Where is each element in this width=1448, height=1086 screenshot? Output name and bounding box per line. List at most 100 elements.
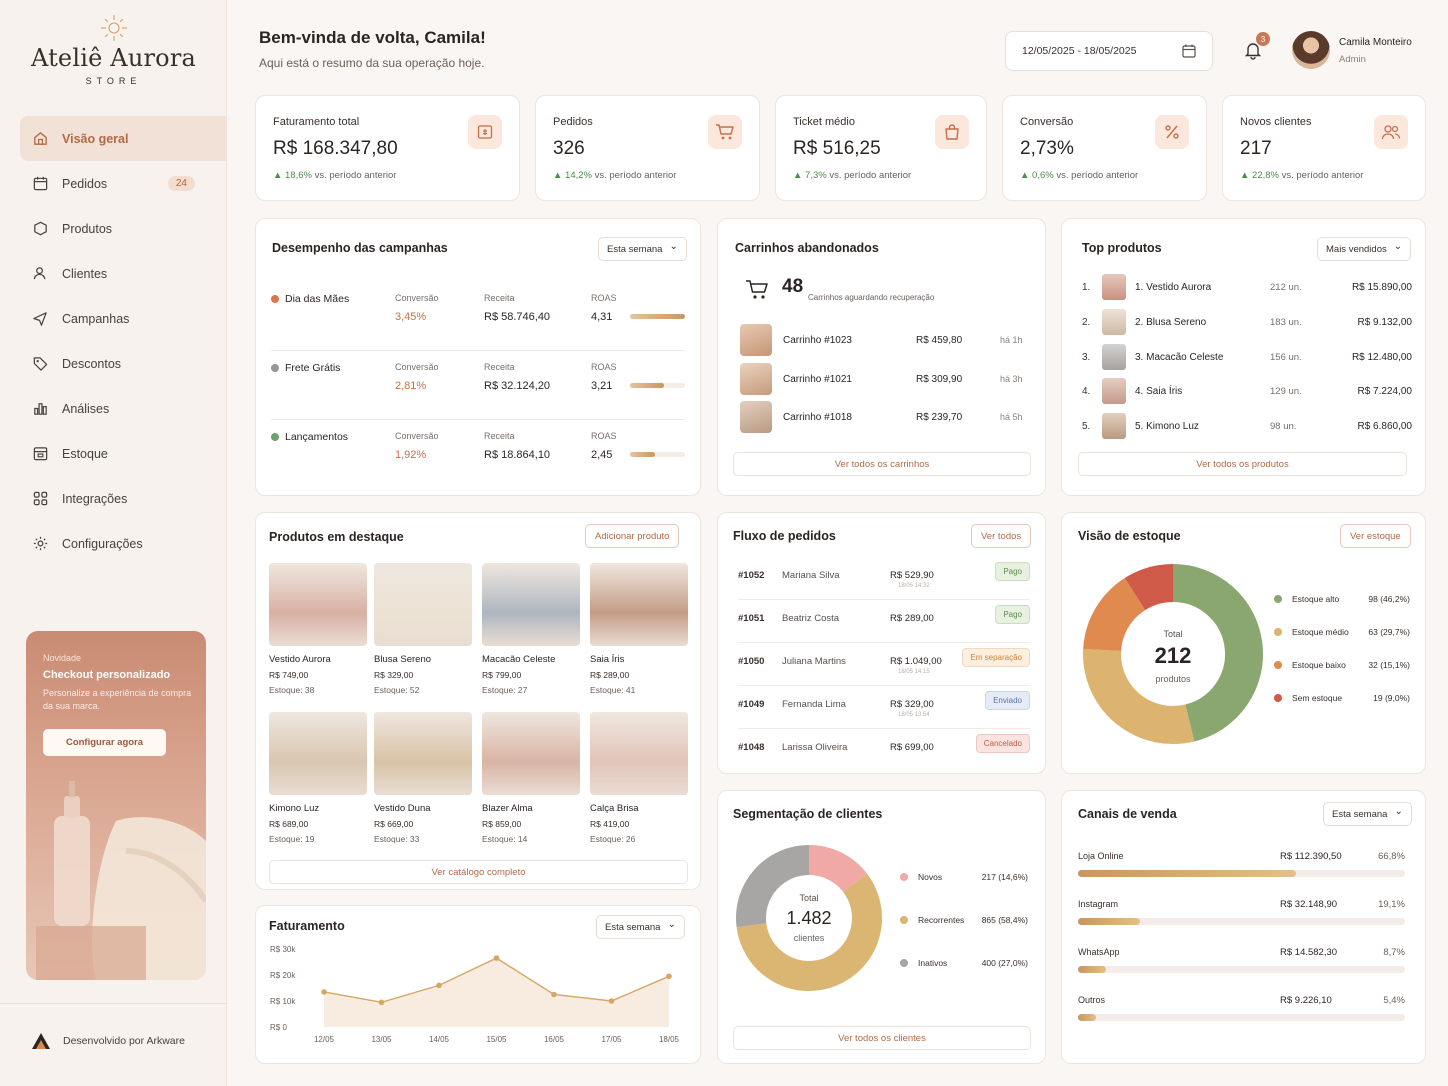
sidebar-item-analises[interactable]: Análises [20,386,227,431]
product-card[interactable]: Vestido Aurora R$ 749,00 Estoque: 38 [269,563,367,695]
kpi-card-conversion[interactable]: Conversão 2,73% ▲ 0,6% vs. período anter… [1002,95,1207,201]
legend-label: Inativos [918,958,948,968]
user-menu[interactable]: Camila Monteiro Admin [1339,37,1412,65]
channel-row[interactable]: WhatsApp R$ 14.582,30 8,7% [1078,947,1405,987]
sidebar-item-estoque[interactable]: Estoque [20,431,227,476]
campaign-row[interactable]: Frete Grátis Conversão 2,81% Receita R$ … [271,352,685,420]
kpi-card-new-clients[interactable]: Novos clientes 217 ▲ 22,8% vs. período a… [1222,95,1426,201]
cart-row[interactable]: Carrinho #1021 R$ 309,90 há 3h [740,362,1030,396]
campaign-name: Frete Grátis [271,362,340,374]
revenue-value: R$ 32.124,20 [484,380,551,392]
revenue-label: Receita [484,293,515,303]
calendar-icon [33,176,48,191]
revenue-line-chart: R$ 30k R$ 20k R$ 10k R$ 0 12/05 13/05 14/05 15/… [270,945,680,1044]
order-row[interactable]: #1049 Fernanda Lima R$ 329,00 18/05 13:54 En… [738,686,1030,729]
channel-row[interactable]: Outros R$ 9.226,10 5,4% [1078,995,1405,1035]
cart-icon [746,280,768,299]
legend-item: Estoque médio 63 (29,7%) [1274,627,1410,637]
order-row[interactable]: #1050 Juliana Martins R$ 1.049,00 18/05 14:… [738,643,1030,686]
channel-bar [1078,918,1405,925]
top-product-row[interactable]: 4. 4. Saia Íris 129 un. R$ 7.224,00 [1082,377,1412,405]
cart-row[interactable]: Carrinho #1023 R$ 459,80 há 1h [740,323,1030,357]
avatar[interactable] [1292,31,1330,69]
view-all-clients-button[interactable]: Ver todos os clientes [733,1026,1031,1050]
view-full-catalog-button[interactable]: Ver catálogo completo [269,860,688,884]
add-product-button[interactable]: Adicionar produto [585,524,680,548]
order-id: #1049 [738,699,765,710]
notifications-button[interactable]: 3 [1243,32,1270,63]
view-all-carts-button[interactable]: Ver todos os carrinhos [733,452,1031,476]
sidebar-item-campanhas[interactable]: Campanhas [20,296,227,341]
home-icon [34,131,47,145]
top-product-row[interactable]: 2. 2. Blusa Sereno 183 un. R$ 9.132,00 [1082,308,1412,336]
sidebar-item-visao-geral[interactable]: Visão geral [20,116,227,161]
sidebar-item-pedidos[interactable]: Pedidos 24 [20,161,227,206]
sidebar-item-integracoes[interactable]: Integrações [20,476,227,521]
order-row[interactable]: #1051 Beatriz Costa R$ 289,00 Pago [738,600,1030,643]
campaigns-card: Desempenho das campanhas Esta semana Dia… [255,218,701,496]
kpi-card-revenue[interactable]: Faturamento total R$ 168.347,80 ▲ 18,6% … [255,95,520,201]
segmentation-title: Segmentação de clientes [733,807,883,821]
campaign-dot [271,295,279,303]
order-id: #1048 [738,742,765,753]
top-products-filter-select[interactable]: Mais vendidos [1317,237,1412,261]
campaign-row[interactable]: Lançamentos Conversão 1,92% Receita R$ 1… [271,421,685,489]
top-product-row[interactable]: 5. 5. Kimono Luz 98 un. R$ 6.860,00 [1082,412,1412,440]
developer-credit[interactable]: Desenvolvido por Arkware [31,1032,185,1050]
brand-logo[interactable]: Ateliê Aurora STORE [0,14,227,86]
product-card[interactable]: Kimono Luz R$ 689,00 Estoque: 19 [269,712,367,844]
kpi-card-ticket[interactable]: Ticket médio R$ 516,25 ▲ 7,3% vs. períod… [775,95,987,201]
kpi-delta-value: ▲ 0,6% [1020,170,1054,181]
product-card[interactable]: Calça Brisa R$ 419,00 Estoque: 26 [590,712,688,844]
channel-share: 66,8% [1378,851,1405,862]
product-card[interactable]: Blusa Sereno R$ 329,00 Estoque: 52 [374,563,472,695]
roas-bar-fill [630,383,665,388]
view-stock-button[interactable]: Ver estoque [1340,524,1411,548]
campaign-row[interactable]: Dia das Mães Conversão 3,45% Receita R$ … [271,283,685,351]
channels-period-select[interactable]: Esta semana [1323,802,1412,826]
donut-slice [1083,578,1146,652]
segmentation-total-unit: clientes [793,933,825,943]
sidebar-item-produtos[interactable]: Produtos [20,206,227,251]
featured-title: Produtos em destaque [269,530,404,544]
product-stock: Estoque: 38 [269,685,315,695]
product-card[interactable]: Macacão Celeste R$ 799,00 Estoque: 27 [482,563,580,695]
legend-value: 19 (9,0%) [1373,693,1410,703]
carts-count: 48 [782,276,804,297]
legend-item: Estoque baixo 32 (15,1%) [1274,660,1410,670]
order-row[interactable]: #1052 Mariana Silva R$ 529,90 18/05 14:32 Pa… [738,557,1030,600]
roas-bar-fill [630,452,655,457]
product-image [374,712,472,795]
product-card[interactable]: Vestido Duna R$ 669,00 Estoque: 33 [374,712,472,844]
view-all-orders-button[interactable]: Ver todos [971,524,1032,548]
kpi-card-orders[interactable]: Pedidos 326 ▲ 14,2% vs. período anterior [535,95,760,201]
order-row[interactable]: #1048 Larissa Oliveira R$ 699,00 Cancelado [738,729,1030,772]
channel-row[interactable]: Loja Online R$ 112.390,50 66,8% [1078,851,1405,891]
channel-row[interactable]: Instagram R$ 32.148,90 19,1% [1078,899,1405,939]
page-header: Bem-vinda de volta, Camila! Aqui está o … [259,28,486,70]
units-sold: 156 un. [1270,351,1302,363]
product-card[interactable]: Blazer Alma R$ 859,00 Estoque: 14 [482,712,580,844]
product-card[interactable]: Saia Íris R$ 289,00 Estoque: 41 [590,563,688,695]
sidebar-item-clientes[interactable]: Clientes [20,251,227,296]
conversion-value: 1,92% [395,449,427,461]
order-date: 18/05 13:54 [898,712,930,718]
channel-revenue: R$ 112.390,50 [1280,851,1342,862]
brand-name: Ateliê Aurora [30,44,197,72]
cart-row[interactable]: Carrinho #1018 R$ 239,70 há 5h [740,400,1030,434]
view-all-products-button[interactable]: Ver todos os produtos [1078,452,1407,476]
top-product-row[interactable]: 1. 1. Vestido Aurora 212 un. R$ 15.890,0… [1082,273,1412,301]
status-badge: Enviado [985,691,1030,710]
campaigns-period-select[interactable]: Esta semana [598,237,687,261]
configure-checkout-button[interactable]: Configurar agora [43,729,166,756]
date-range-picker[interactable]: 12/05/2025 - 18/05/2025 [1005,31,1213,71]
kpi-delta-note: vs. período anterior [1056,170,1139,181]
channel-share: 19,1% [1378,899,1405,910]
order-client: Fernanda Lima [782,699,846,710]
top-product-row[interactable]: 3. 3. Macacão Celeste 156 un. R$ 12.480,… [1082,343,1412,371]
sidebar-item-configuracoes[interactable]: Configurações [20,521,227,566]
channel-share: 5,4% [1383,995,1405,1006]
data-point [378,999,385,1006]
sidebar-item-descontos[interactable]: Descontos [20,341,227,386]
roas-bar [630,383,685,388]
